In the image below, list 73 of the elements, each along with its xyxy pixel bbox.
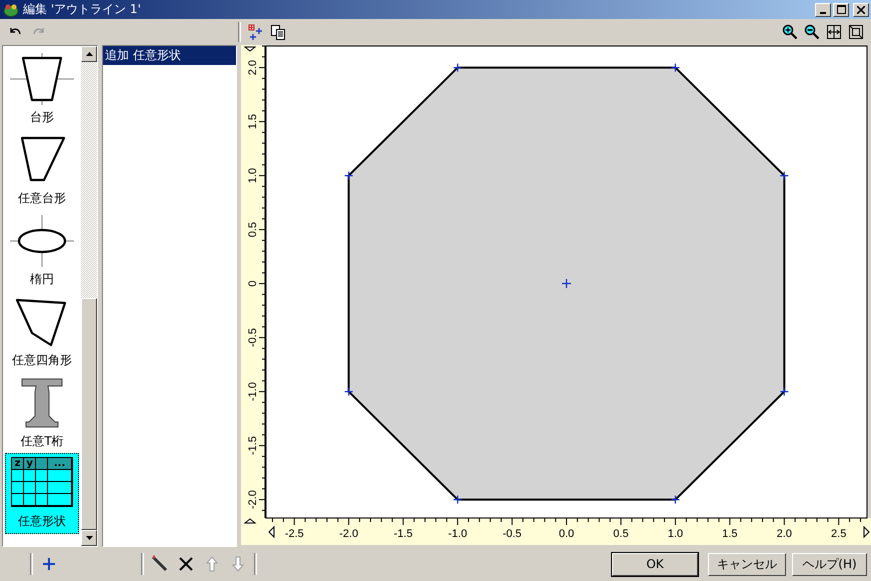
scrollbar[interactable] — [81, 46, 98, 546]
minimize-button[interactable] — [815, 2, 831, 16]
tick-label: -1.5 — [394, 528, 413, 540]
shape-label: 任意形状 — [18, 513, 66, 530]
tick-label: -1.0 — [247, 382, 259, 402]
zoom-out-icon — [804, 24, 820, 40]
zoom-in-icon — [782, 24, 798, 40]
tick-label: 0.5 — [247, 222, 259, 238]
vertex-marker — [780, 171, 789, 180]
vertex-marker — [780, 387, 789, 396]
tick-label: 1.5 — [247, 114, 259, 130]
tick-label: 1.0 — [668, 528, 684, 540]
frame-view-icon — [848, 24, 864, 40]
vertex-marker — [453, 495, 462, 504]
maximize-icon — [836, 5, 846, 14]
table-grid-icon: z y ... — [11, 457, 74, 507]
vertex-marker — [670, 63, 680, 72]
scroll-up-button[interactable] — [81, 46, 98, 62]
tick-label: 2.0 — [776, 528, 792, 540]
shape-label: 任意四角形 — [12, 352, 72, 369]
tick-label: -1.5 — [247, 436, 259, 456]
shape-label: 楕円 — [30, 271, 54, 288]
window-title: 編集 'アウトライン 1' — [23, 1, 141, 18]
down-arrow-icon — [232, 556, 244, 572]
app-icon — [3, 2, 19, 16]
tick-label: 2.5 — [831, 528, 846, 540]
trapezoid-icon — [10, 53, 74, 105]
tick-label: -0.5 — [502, 528, 522, 540]
tick-label: 1.5 — [722, 528, 738, 540]
shape-palette-item[interactable]: z y ... 任意形状 — [5, 453, 80, 534]
fit-view-icon — [826, 24, 842, 40]
dialog-button[interactable]: キャンセル — [708, 552, 786, 576]
shape-palette-item[interactable]: 任意台形 — [5, 129, 80, 210]
tick-label: 0.5 — [613, 528, 629, 540]
list-item[interactable]: 追加 任意形状 — [103, 46, 236, 65]
tick-label: 2.0 — [247, 60, 259, 76]
up-arrow-icon — [86, 52, 93, 56]
tick-label: 1.0 — [247, 168, 259, 184]
shape-label: 任意台形 — [18, 190, 66, 207]
tick-label: 0.0 — [558, 528, 574, 540]
copy-icon — [270, 24, 286, 40]
dialog-button[interactable]: OK — [612, 552, 698, 576]
vertex-marker — [453, 63, 462, 72]
tick-label: 0 — [247, 280, 259, 287]
tick-label: -2.0 — [339, 528, 358, 540]
close-button[interactable] — [853, 2, 869, 16]
pencil-icon — [151, 555, 169, 573]
centroid-marker-icon — [562, 279, 571, 288]
scroll-down-button[interactable] — [81, 530, 98, 546]
vertex-marker — [344, 387, 354, 396]
shape-palette-item[interactable]: 台形 — [5, 48, 80, 129]
tick-label: -2.0 — [247, 490, 259, 510]
vertex-marker — [344, 171, 354, 180]
shape-palette-item[interactable]: 任意T桁 — [5, 372, 80, 453]
tick-label: -1.0 — [448, 528, 468, 540]
minimize-icon — [820, 12, 826, 14]
scroll-thumb[interactable] — [81, 298, 98, 530]
delete-icon — [179, 557, 193, 571]
shape-palette-item[interactable]: 楕円 — [5, 210, 80, 291]
close-icon — [857, 6, 865, 14]
vertex-marker — [670, 495, 680, 504]
down-arrow-icon — [86, 536, 93, 540]
dialog-button[interactable]: ヘルプ(H) — [792, 552, 867, 576]
shape-label: 台形 — [30, 109, 54, 126]
add-points-icon — [248, 24, 264, 40]
tick-label: -0.5 — [247, 328, 259, 348]
ellipse-icon — [10, 215, 74, 267]
maximize-button[interactable] — [833, 2, 849, 16]
shape-palette-item[interactable]: 任意四角形 — [5, 291, 80, 372]
shape-label: 任意T桁 — [20, 433, 64, 450]
tick-label: -2.5 — [284, 528, 304, 540]
up-arrow-icon — [206, 556, 218, 572]
plus-icon — [42, 557, 56, 571]
